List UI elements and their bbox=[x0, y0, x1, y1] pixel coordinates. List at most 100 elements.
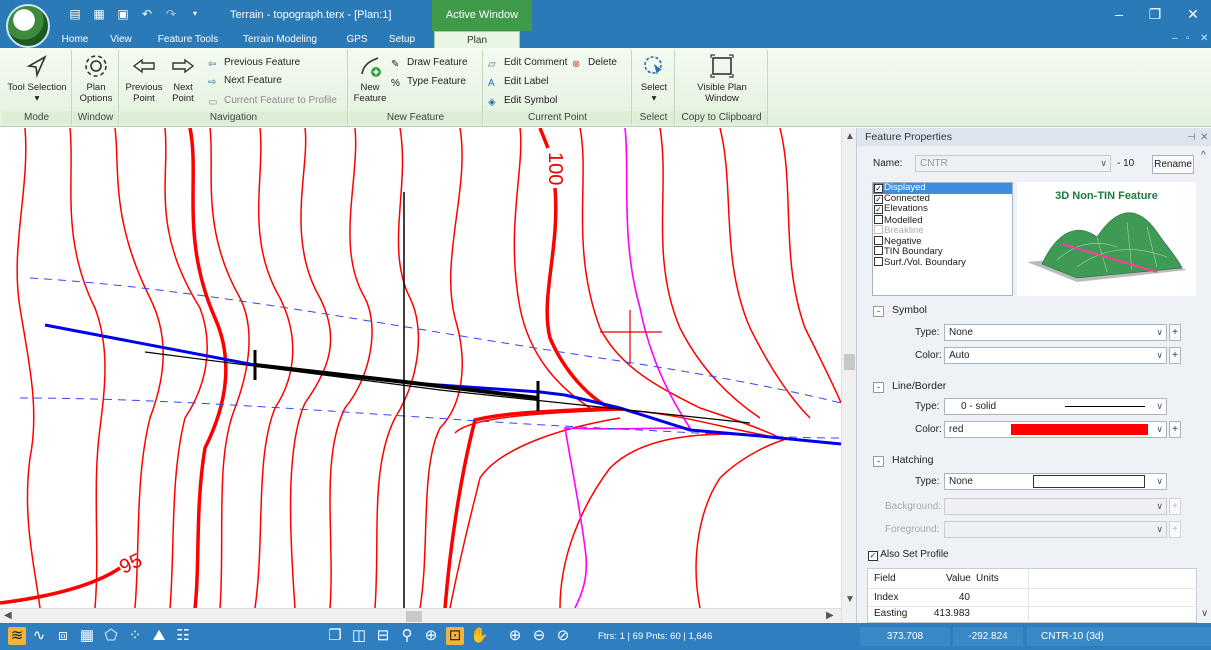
pin-icon[interactable]: ⊣ bbox=[1187, 129, 1196, 147]
vertical-scroll-thumb[interactable] bbox=[844, 354, 855, 370]
symbol-section-header[interactable]: - Symbol bbox=[873, 304, 927, 317]
zoom-window-icon[interactable]: ⊕ bbox=[422, 627, 440, 645]
previous-point-button[interactable]: Previous Point bbox=[124, 52, 164, 104]
flag-negative[interactable]: Negative bbox=[873, 235, 1012, 246]
image-icon[interactable]: ⛰ bbox=[150, 627, 168, 645]
delete-button[interactable]: ⊗ Delete bbox=[572, 55, 617, 70]
tab-terrain-modeling[interactable]: Terrain Modeling bbox=[236, 31, 324, 48]
scroll-up-icon[interactable]: ▲ bbox=[845, 131, 855, 142]
name-select[interactable]: CNTR ∨ bbox=[915, 155, 1111, 172]
line-border-section-header[interactable]: - Line/Border bbox=[873, 380, 946, 393]
polygon-icon[interactable]: ⬠ bbox=[102, 627, 120, 645]
horizontal-scroll-thumb[interactable] bbox=[406, 611, 422, 622]
mdi-minimize-icon[interactable]: – bbox=[1172, 33, 1178, 44]
zoom-extents-icon[interactable]: ⊘ bbox=[554, 627, 572, 645]
checkbox-checked-icon[interactable]: ✓ bbox=[874, 184, 883, 193]
open-file-icon[interactable]: ▦ bbox=[90, 6, 108, 22]
zoom-out-icon[interactable]: ⊖ bbox=[530, 627, 548, 645]
collapse-icon[interactable]: - bbox=[873, 456, 884, 467]
hatch-background-add-button[interactable]: + bbox=[1169, 498, 1181, 515]
hatch-type-select[interactable]: None ∨ bbox=[944, 473, 1167, 490]
vertical-scrollbar[interactable]: ▲ ▼ bbox=[841, 128, 856, 623]
redo-icon[interactable]: ↷ bbox=[162, 6, 180, 22]
symbol-color-add-button[interactable]: + bbox=[1169, 347, 1181, 364]
next-point-button[interactable]: Next Point bbox=[166, 52, 200, 104]
flag-elevations[interactable]: ✓ Elevations bbox=[873, 203, 1012, 215]
current-feature-to-profile-button[interactable]: ▭ Current Feature to Profile bbox=[208, 93, 337, 108]
line-color-add-button[interactable]: + bbox=[1169, 421, 1181, 438]
draw-feature-button[interactable]: ✎ Draw Feature bbox=[391, 55, 468, 70]
panel-scroll-down-icon[interactable]: ∨ bbox=[1201, 608, 1208, 619]
zoom-in-icon[interactable]: ⊕ bbox=[506, 627, 524, 645]
tab-feature-tools[interactable]: Feature Tools bbox=[150, 31, 226, 48]
line-type-select[interactable]: 0 - solid ∨ bbox=[944, 398, 1167, 415]
collapse-icon[interactable]: - bbox=[873, 306, 884, 317]
tab-view[interactable]: View bbox=[103, 31, 139, 48]
panel-close-icon[interactable]: ✕ bbox=[1200, 129, 1208, 147]
symbol-color-select[interactable]: Auto ∨ bbox=[944, 347, 1167, 364]
also-set-profile-checkbox[interactable]: ✓ Also Set Profile bbox=[868, 549, 949, 561]
horizontal-scrollbar[interactable]: ◀ ▶ bbox=[0, 608, 841, 623]
checkbox-checked-icon[interactable]: ✓ bbox=[874, 205, 883, 214]
profile-view-icon[interactable]: ∿ bbox=[30, 627, 48, 645]
line-color-select[interactable]: red ∨ bbox=[944, 421, 1167, 438]
zoom-icon[interactable]: ⚲ bbox=[398, 627, 416, 645]
flag-surf-vol-boundary[interactable]: Surf./Vol. Boundary bbox=[873, 256, 1012, 267]
contours-icon[interactable]: ≋ bbox=[8, 627, 26, 645]
table-row[interactable]: Index 40 bbox=[868, 591, 1198, 605]
hatching-section-header[interactable]: - Hatching bbox=[873, 454, 933, 467]
plan-view-canvas[interactable]: 100 95 bbox=[0, 128, 841, 608]
tile-horizontal-icon[interactable]: ⊟ bbox=[374, 627, 392, 645]
feature-flags-list[interactable]: ✓ Displayed ✓ Connected ✓ Elevations Modell… bbox=[872, 182, 1013, 296]
mdi-close-icon[interactable]: ✕ bbox=[1200, 33, 1208, 44]
mdi-restore-icon[interactable]: ▫ bbox=[1186, 33, 1190, 44]
tile-vertical-icon[interactable]: ◫ bbox=[350, 627, 368, 645]
new-feature-button[interactable]: New Feature bbox=[353, 52, 387, 104]
grid-icon[interactable]: ▦ bbox=[78, 627, 96, 645]
checkbox-icon[interactable] bbox=[874, 214, 883, 224]
restore-icon[interactable]: ❐ bbox=[1146, 6, 1164, 22]
3d-view-icon[interactable]: ⧈ bbox=[54, 627, 72, 645]
checkbox-checked-icon[interactable]: ✓ bbox=[874, 194, 883, 204]
checkbox-icon[interactable] bbox=[874, 256, 883, 266]
new-file-icon[interactable]: ▤ bbox=[66, 6, 84, 22]
symbol-type-add-button[interactable]: + bbox=[1169, 324, 1181, 341]
close-icon[interactable]: ✕ bbox=[1184, 6, 1202, 22]
next-feature-button[interactable]: ⇨ Next Feature bbox=[208, 73, 282, 88]
layers-icon[interactable]: ☷ bbox=[174, 627, 192, 645]
undo-icon[interactable]: ↶ bbox=[138, 6, 156, 22]
flag-tin-boundary[interactable]: TIN Boundary bbox=[873, 246, 1012, 257]
type-feature-button[interactable]: % Type Feature bbox=[391, 74, 466, 89]
hatch-background-select[interactable]: ∨ bbox=[944, 498, 1167, 515]
edit-symbol-button[interactable]: ◈ Edit Symbol bbox=[488, 93, 557, 108]
checkbox-checked-icon[interactable]: ✓ bbox=[868, 551, 878, 561]
flag-modelled[interactable]: Modelled bbox=[873, 214, 1012, 225]
tab-gps[interactable]: GPS bbox=[342, 31, 372, 48]
rename-button[interactable]: Rename bbox=[1152, 155, 1194, 174]
save-icon[interactable]: ▣ bbox=[114, 6, 132, 22]
hatch-foreground-select[interactable]: ∨ bbox=[944, 521, 1167, 538]
pan-hand-icon[interactable]: ✋ bbox=[470, 627, 489, 645]
tab-setup[interactable]: Setup bbox=[383, 31, 421, 48]
points-icon[interactable]: ⁘ bbox=[126, 627, 144, 645]
checkbox-icon[interactable] bbox=[874, 246, 883, 255]
hatch-foreground-add-button[interactable]: + bbox=[1169, 521, 1181, 538]
table-row[interactable]: Easting 413.983 bbox=[868, 607, 1198, 621]
contour-map[interactable] bbox=[0, 128, 841, 608]
scroll-right-icon[interactable]: ▶ bbox=[826, 610, 834, 621]
panel-scroll-up-icon[interactable]: ^ bbox=[1201, 150, 1206, 161]
edit-label-button[interactable]: A Edit Label bbox=[488, 74, 548, 89]
scroll-down-icon[interactable]: ▼ bbox=[845, 594, 855, 605]
tab-plan[interactable]: Plan bbox=[434, 31, 520, 48]
visible-plan-window-button[interactable]: Visible Plan Window bbox=[684, 52, 760, 104]
select-button[interactable]: Select ▾ bbox=[636, 52, 672, 104]
edit-comment-button[interactable]: ▱ Edit Comment bbox=[488, 55, 567, 70]
symbol-type-select[interactable]: None ∨ bbox=[944, 324, 1167, 341]
tab-home[interactable]: Home bbox=[55, 31, 95, 48]
plan-options-button[interactable]: Plan Options bbox=[76, 52, 116, 104]
scroll-left-icon[interactable]: ◀ bbox=[4, 610, 12, 621]
window-cascade-icon[interactable]: ❐ bbox=[326, 627, 344, 645]
collapse-icon[interactable]: - bbox=[873, 382, 884, 393]
previous-feature-button[interactable]: ⇦ Previous Feature bbox=[208, 55, 300, 70]
customize-dropdown-icon[interactable]: ▾ bbox=[186, 6, 204, 22]
